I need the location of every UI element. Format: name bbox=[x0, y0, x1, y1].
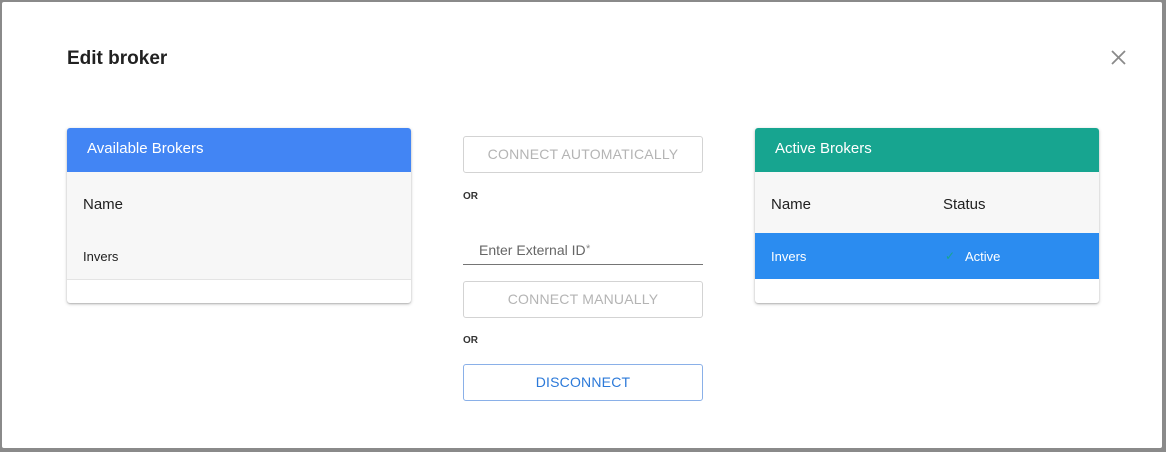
connect-manually-button[interactable]: CONNECT MANUALLY bbox=[463, 281, 703, 318]
table-row[interactable]: Invers bbox=[67, 233, 411, 280]
edit-broker-dialog: Edit broker Available Brokers Name Inver… bbox=[2, 2, 1162, 448]
available-brokers-card: Available Brokers Name Invers bbox=[67, 128, 411, 303]
available-brokers-header: Available Brokers bbox=[67, 128, 411, 172]
active-table-header: Name Status bbox=[755, 172, 1099, 233]
column-header-name: Name bbox=[83, 196, 124, 213]
active-brokers-card: Active Brokers Name Status Invers ✓ Acti… bbox=[755, 128, 1099, 303]
table-row[interactable]: Invers ✓ Active bbox=[755, 233, 1099, 279]
active-brokers-header: Active Brokers bbox=[755, 128, 1099, 172]
dialog-title: Edit broker bbox=[67, 48, 168, 69]
column-header-name: Name bbox=[771, 196, 812, 213]
column-header-status: Status bbox=[943, 196, 986, 213]
required-mark: * bbox=[586, 243, 591, 255]
check-icon: ✓ bbox=[945, 249, 956, 263]
or-divider: OR bbox=[463, 335, 478, 346]
connect-automatically-button[interactable]: CONNECT AUTOMATICALLY bbox=[463, 136, 703, 173]
broker-name: Invers bbox=[771, 249, 807, 264]
status-text: Active bbox=[965, 249, 1001, 264]
available-table-header: Name bbox=[67, 172, 411, 233]
close-icon[interactable] bbox=[1107, 46, 1129, 68]
broker-name: Invers bbox=[83, 249, 119, 264]
external-id-field[interactable]: * bbox=[463, 236, 703, 265]
external-id-input[interactable] bbox=[463, 236, 703, 258]
or-divider: OR bbox=[463, 191, 478, 202]
disconnect-button[interactable]: DISCONNECT bbox=[463, 364, 703, 401]
